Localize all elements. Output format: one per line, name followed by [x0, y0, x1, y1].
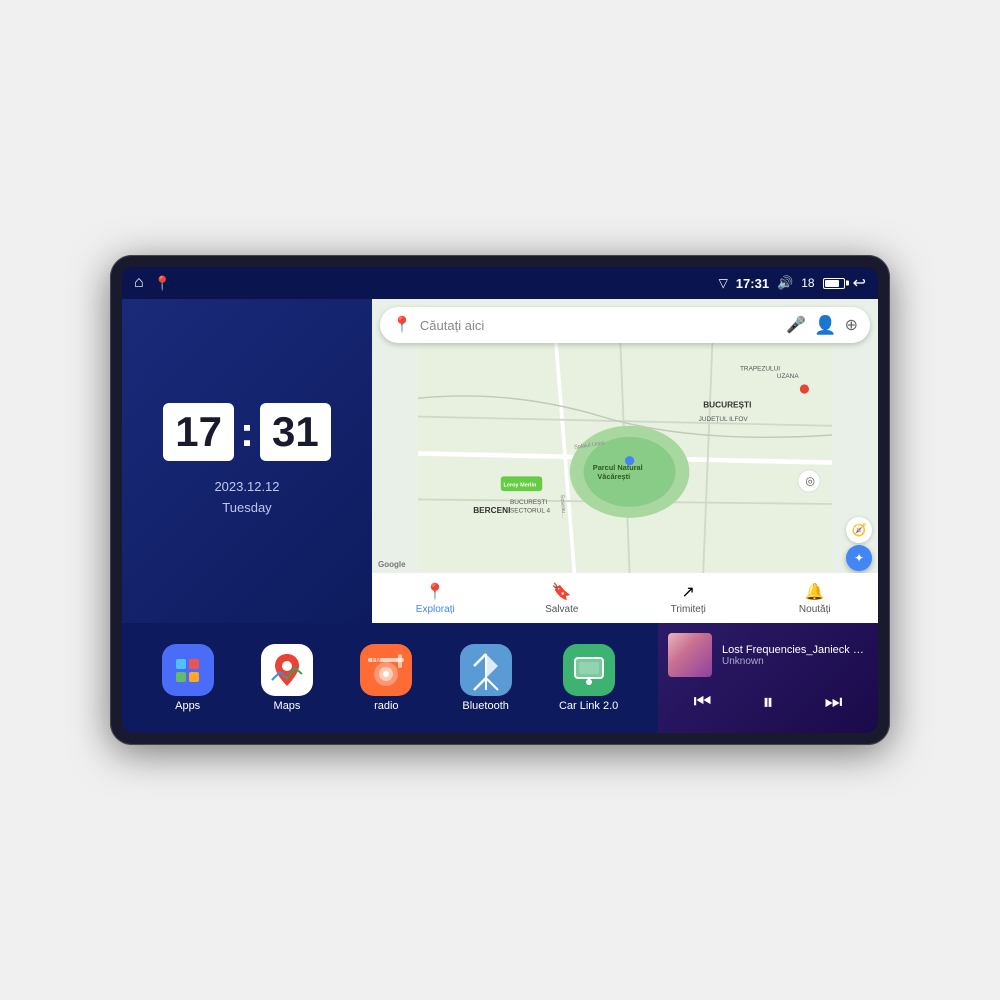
signal-icon: ▽: [719, 276, 728, 290]
time-display: 17:31: [736, 276, 769, 291]
main-content: 17 : 31 2023.12.12 Tuesday 📍 Căutați aic…: [122, 299, 878, 733]
app-bluetooth[interactable]: Bluetooth: [460, 644, 512, 712]
back-icon[interactable]: ↩: [853, 273, 866, 293]
svg-text:UZANA: UZANA: [777, 373, 800, 380]
svg-text:BERCENI: BERCENI: [473, 506, 510, 515]
radio-icon: FM: [360, 644, 412, 696]
map-search-actions: 🎤 👤 ⊕: [786, 315, 858, 336]
maps-label: Maps: [274, 700, 301, 712]
clock-display: 17 : 31: [163, 403, 330, 461]
news-icon: 🔔: [805, 582, 825, 602]
bluetooth-icon: [460, 644, 512, 696]
send-label: Trimiteți: [671, 604, 706, 615]
music-prev-button[interactable]: ⏮: [685, 687, 719, 718]
account-icon[interactable]: 👤: [814, 315, 836, 336]
bottom-row: Apps Maps: [122, 623, 878, 733]
music-info: Lost Frequencies_Janieck Devy-... Unknow…: [668, 633, 868, 677]
svg-text:TRAPEZULUI: TRAPEZULUI: [740, 366, 780, 373]
clock-panel: 17 : 31 2023.12.12 Tuesday: [122, 299, 372, 623]
apps-icon: [162, 644, 214, 696]
apps-label: Apps: [175, 700, 200, 712]
home-icon[interactable]: ⌂: [134, 274, 144, 292]
clock-colon: :: [240, 408, 254, 456]
clock-date: 2023.12.12 Tuesday: [214, 477, 279, 519]
layers-icon[interactable]: ⊕: [845, 315, 858, 335]
svg-text:FM: FM: [372, 658, 381, 664]
carlink-icon: [563, 644, 615, 696]
app-carlink[interactable]: Car Link 2.0: [559, 644, 618, 712]
music-player: Lost Frequencies_Janieck Devy-... Unknow…: [658, 623, 878, 733]
location-pin-icon[interactable]: 📍: [154, 275, 171, 292]
battery-icon: [823, 278, 845, 289]
map-compass[interactable]: 🧭: [846, 517, 872, 543]
svg-text:SECTORUL 4: SECTORUL 4: [510, 507, 550, 514]
apps-section: Apps Maps: [122, 623, 658, 733]
saved-icon: 🔖: [552, 582, 572, 602]
status-right: ▽ 17:31 🔊 18 ↩: [719, 273, 866, 293]
saved-label: Salvate: [545, 604, 578, 615]
svg-text:BUCUREȘTI: BUCUREȘTI: [510, 499, 547, 506]
album-art-image: [668, 633, 712, 677]
google-logo: Google: [378, 560, 406, 569]
map-nav-explore[interactable]: 📍 Explorați: [372, 582, 499, 615]
svg-text:Parcul Natural: Parcul Natural: [593, 463, 643, 472]
svg-text:BUCUREȘTI: BUCUREȘTI: [703, 400, 751, 409]
explore-label: Explorați: [416, 604, 455, 615]
map-search-bar[interactable]: 📍 Căutați aici 🎤 👤 ⊕: [380, 307, 870, 343]
news-label: Noutăți: [799, 604, 831, 615]
volume-icon: 🔊: [777, 275, 793, 291]
map-area: Parcul Natural Văcărești BUCUREȘTI JUDEȚ…: [372, 343, 878, 573]
send-icon: ↗: [682, 582, 695, 602]
app-maps[interactable]: Maps: [261, 644, 313, 712]
svg-text:◎: ◎: [805, 476, 815, 488]
bluetooth-label: Bluetooth: [462, 700, 508, 712]
clock-minute: 31: [260, 403, 331, 461]
music-title: Lost Frequencies_Janieck Devy-...: [722, 644, 868, 656]
volume-level: 18: [801, 276, 814, 290]
svg-text:Văcărești: Văcărești: [597, 472, 630, 481]
music-artist: Unknown: [722, 656, 868, 667]
app-radio[interactable]: FM radio: [360, 644, 412, 712]
music-next-button[interactable]: ⏭: [816, 687, 850, 718]
status-bar: ⌂ 📍 ▽ 17:31 🔊 18 ↩: [122, 267, 878, 299]
carlink-label: Car Link 2.0: [559, 700, 618, 712]
app-apps[interactable]: Apps: [162, 644, 214, 712]
map-nav-news[interactable]: 🔔 Noutăți: [752, 582, 879, 615]
music-play-button[interactable]: ⏸: [754, 685, 781, 719]
map-panel: 📍 Căutați aici 🎤 👤 ⊕: [372, 299, 878, 623]
clock-hour: 17: [163, 403, 234, 461]
explore-icon: 📍: [425, 582, 445, 602]
status-left: ⌂ 📍: [134, 274, 171, 292]
map-bottom-nav: 📍 Explorați 🔖 Salvate ↗ Trimiteți 🔔: [372, 573, 878, 623]
map-nav-saved[interactable]: 🔖 Salvate: [499, 582, 626, 615]
device-screen: ⌂ 📍 ▽ 17:31 🔊 18 ↩ 17: [122, 267, 878, 733]
svg-text:Leroy Merlin: Leroy Merlin: [504, 483, 537, 489]
map-svg: Parcul Natural Văcărești BUCUREȘTI JUDEȚ…: [372, 343, 878, 573]
navigate-icon: ✦: [854, 551, 864, 565]
music-text: Lost Frequencies_Janieck Devy-... Unknow…: [722, 644, 868, 667]
radio-label: radio: [374, 700, 398, 712]
compass-icon: 🧭: [852, 523, 867, 537]
music-controls: ⏮ ⏸ ⏭: [668, 685, 868, 719]
apps-grid-icon: [170, 653, 205, 688]
map-navigate-button[interactable]: ✦: [846, 545, 872, 571]
maps-icon: [261, 644, 313, 696]
music-album-art: [668, 633, 712, 677]
map-search-text[interactable]: Căutați aici: [420, 318, 778, 333]
mic-icon[interactable]: 🎤: [786, 315, 806, 335]
svg-text:JUDEȚUL ILFOV: JUDEȚUL ILFOV: [699, 416, 749, 423]
top-row: 17 : 31 2023.12.12 Tuesday 📍 Căutați aic…: [122, 299, 878, 623]
device-frame: ⌂ 📍 ▽ 17:31 🔊 18 ↩ 17: [110, 255, 890, 745]
maps-logo-icon: 📍: [392, 315, 412, 335]
map-nav-send[interactable]: ↗ Trimiteți: [625, 582, 752, 615]
